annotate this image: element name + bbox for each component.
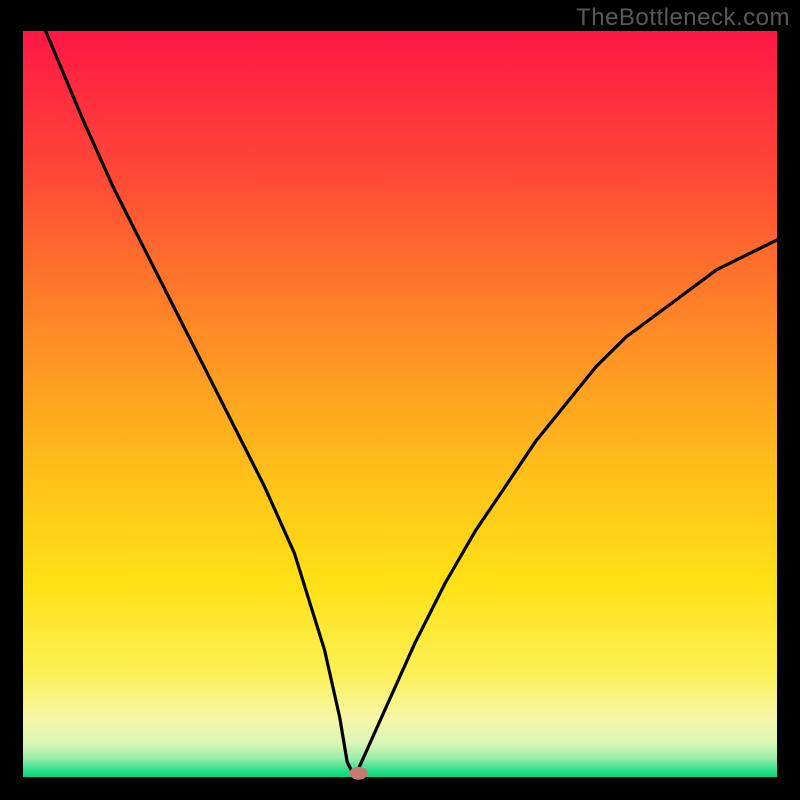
optimal-point-marker bbox=[350, 767, 368, 780]
gradient-background bbox=[23, 31, 777, 777]
chart-stage: TheBottleneck.com bbox=[0, 0, 800, 800]
bottleneck-chart bbox=[0, 0, 800, 800]
watermark-text: TheBottleneck.com bbox=[576, 4, 790, 32]
